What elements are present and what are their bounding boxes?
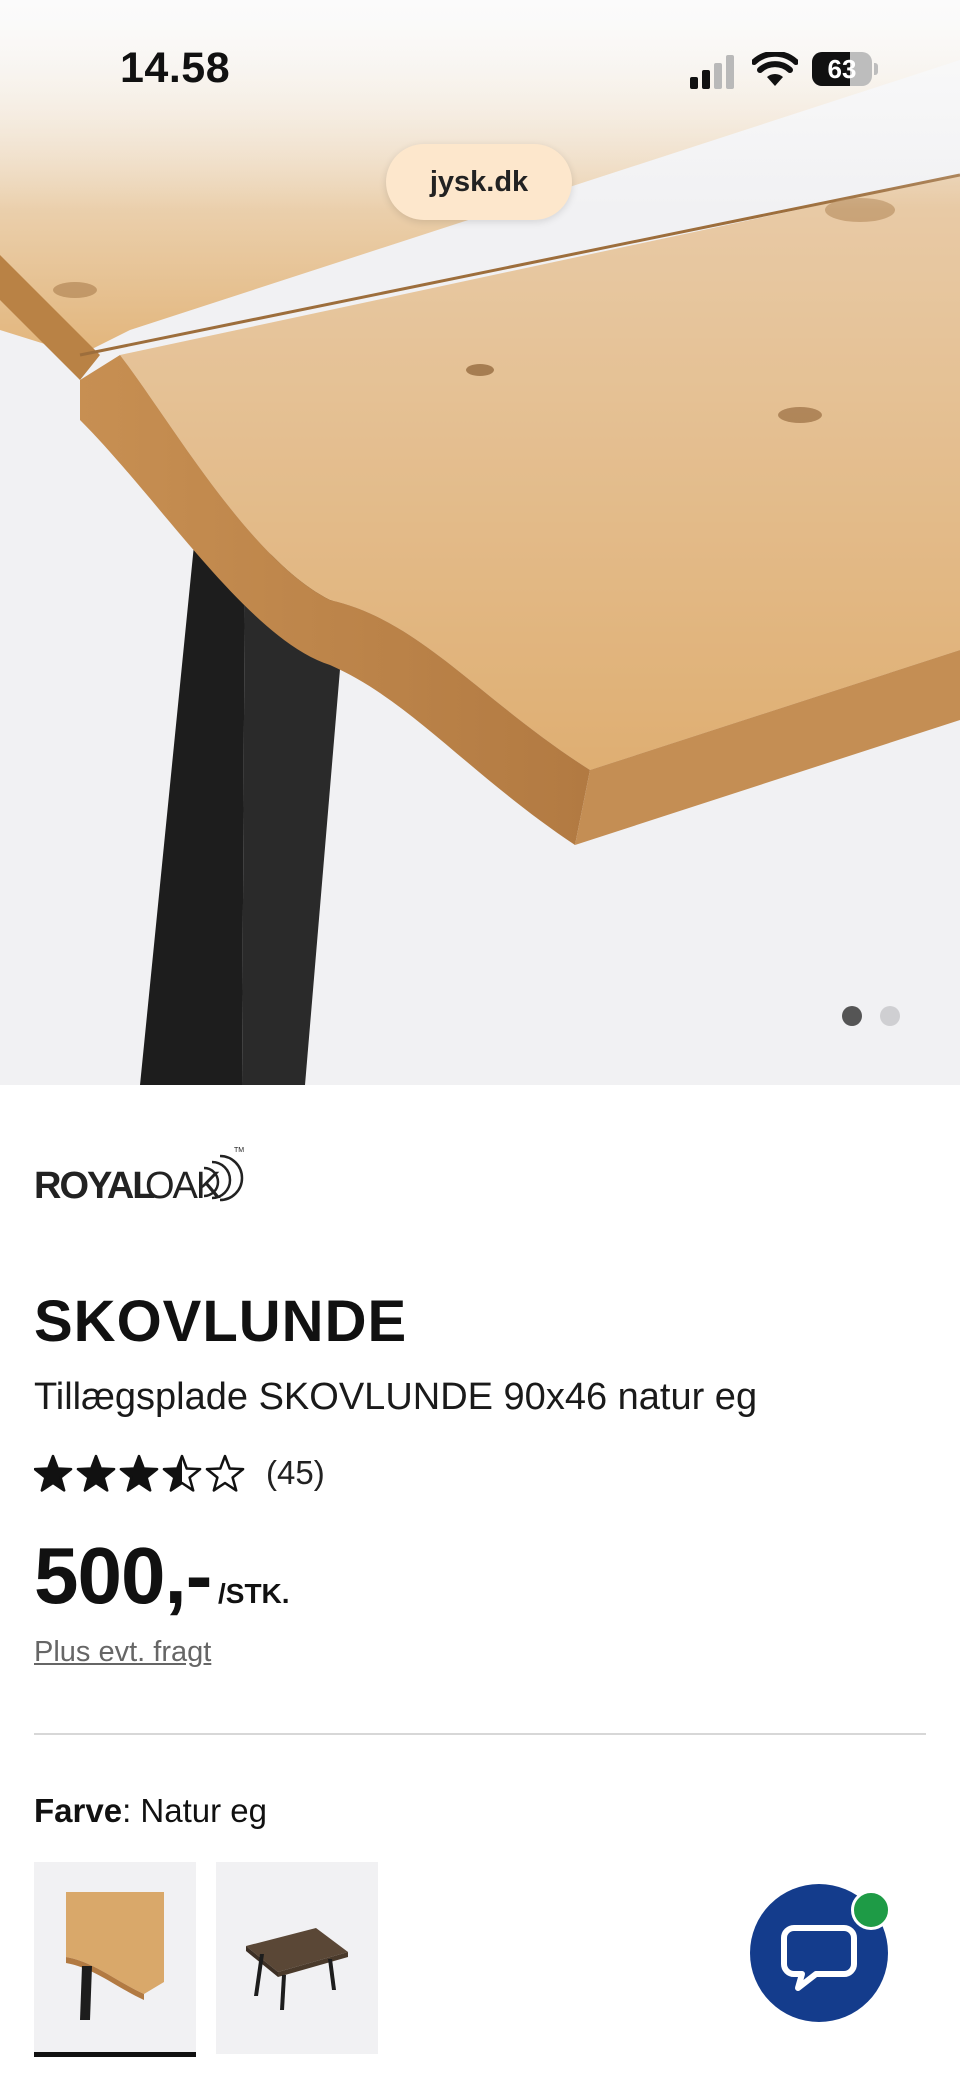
- battery-tip: [874, 63, 878, 75]
- star-icon: [34, 1454, 73, 1492]
- color-separator: :: [122, 1792, 141, 1829]
- product-image-gallery[interactable]: 14.58 63 jysk.dk: [0, 0, 960, 1085]
- status-time: 14.58: [120, 44, 231, 92]
- swatch-image-natur-eg: [66, 1892, 164, 2020]
- brand-logo[interactable]: ROYAL OAK TM: [34, 1140, 254, 1207]
- color-option-moerk-eg[interactable]: [216, 1862, 378, 2054]
- color-option-natur-eg[interactable]: [34, 1862, 196, 2054]
- gallery-dot-1[interactable]: [842, 1006, 862, 1026]
- battery-icon: 63: [812, 52, 878, 86]
- chat-online-badge: [851, 1890, 891, 1930]
- rating-stars: [34, 1454, 245, 1492]
- star-icon: [205, 1454, 245, 1492]
- section-divider: [34, 1733, 926, 1735]
- price-unit: /STK.: [218, 1578, 290, 1609]
- product-price: 500,-: [34, 1531, 212, 1620]
- product-title: SKOVLUNDE: [34, 1289, 408, 1354]
- royaloak-logo-icon: ROYAL OAK TM: [34, 1147, 244, 1207]
- review-count[interactable]: (45): [266, 1454, 325, 1492]
- svg-text:ROYAL: ROYAL: [34, 1165, 155, 1206]
- address-bar-url[interactable]: jysk.dk: [386, 144, 572, 220]
- svg-text:OAK: OAK: [145, 1165, 221, 1206]
- gallery-dot-2[interactable]: [880, 1006, 900, 1026]
- selected-swatch-indicator: [34, 2052, 196, 2057]
- color-label: Farve: [34, 1792, 123, 1829]
- swatch-image-moerk-eg: [246, 1928, 348, 2010]
- cellular-signal-icon: [690, 55, 734, 89]
- status-bar: 14.58 63: [0, 0, 960, 140]
- star-icon: [76, 1454, 116, 1492]
- color-selector-label: Farve: Natur eg: [34, 1792, 267, 1830]
- product-description: Tillægsplade SKOVLUNDE 90x46 natur eg: [34, 1376, 758, 1418]
- shipping-note-link[interactable]: Plus evt. fragt: [34, 1636, 211, 1669]
- color-value: Natur eg: [140, 1792, 267, 1829]
- wifi-icon: [752, 52, 798, 86]
- svg-text:TM: TM: [234, 1147, 244, 1154]
- star-icon: [119, 1454, 159, 1492]
- battery-percentage: 63: [827, 54, 857, 84]
